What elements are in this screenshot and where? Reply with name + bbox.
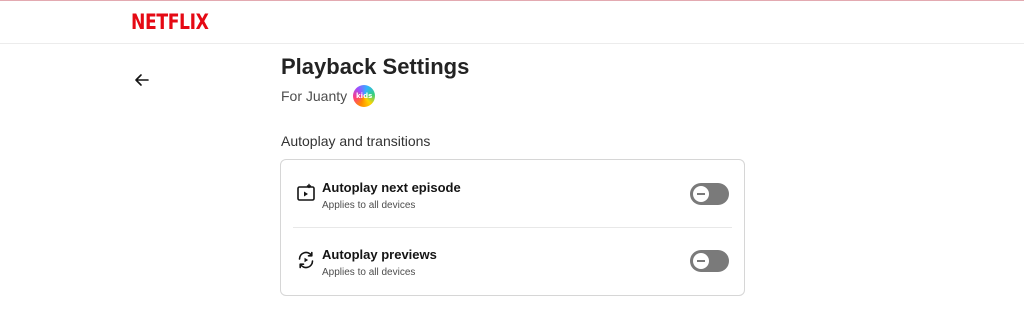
profile-label: For Juanty bbox=[281, 88, 348, 104]
back-button[interactable] bbox=[132, 70, 152, 90]
page-title: Playback Settings bbox=[281, 54, 470, 79]
section-heading: Autoplay and transitions bbox=[281, 133, 431, 149]
autoplay-previews-subtitle: Applies to all devices bbox=[322, 267, 416, 278]
autoplay-next-episode-subtitle: Applies to all devices bbox=[322, 200, 416, 211]
autoplay-previews-toggle[interactable] bbox=[690, 250, 729, 272]
profile-line: For Juanty kids bbox=[281, 85, 376, 107]
autoplay-previews-row[interactable]: Autoplay previews Applies to all devices bbox=[281, 227, 744, 294]
autoplay-next-episode-row[interactable]: Autoplay next episode Applies to all dev… bbox=[281, 160, 744, 227]
toggle-knob bbox=[693, 253, 709, 269]
autoplay-previews-title: Autoplay previews bbox=[322, 247, 437, 262]
kids-profile-avatar: kids bbox=[353, 85, 376, 107]
kids-avatar-label: kids bbox=[356, 92, 373, 100]
autoplay-next-episode-icon bbox=[297, 183, 315, 201]
autoplay-previews-icon bbox=[298, 251, 314, 269]
toggle-knob bbox=[693, 186, 709, 202]
netflix-logo[interactable]: NETFLIX bbox=[131, 10, 209, 34]
toggle-off-indicator bbox=[697, 260, 705, 262]
toggle-off-indicator bbox=[697, 193, 705, 195]
autoplay-next-episode-toggle[interactable] bbox=[690, 183, 729, 205]
top-navigation-bar: NETFLIX bbox=[0, 0, 1024, 44]
arrow-left-icon bbox=[135, 74, 149, 86]
autoplay-next-episode-title: Autoplay next episode bbox=[322, 180, 461, 195]
autoplay-settings-card: Autoplay next episode Applies to all dev… bbox=[280, 159, 745, 296]
